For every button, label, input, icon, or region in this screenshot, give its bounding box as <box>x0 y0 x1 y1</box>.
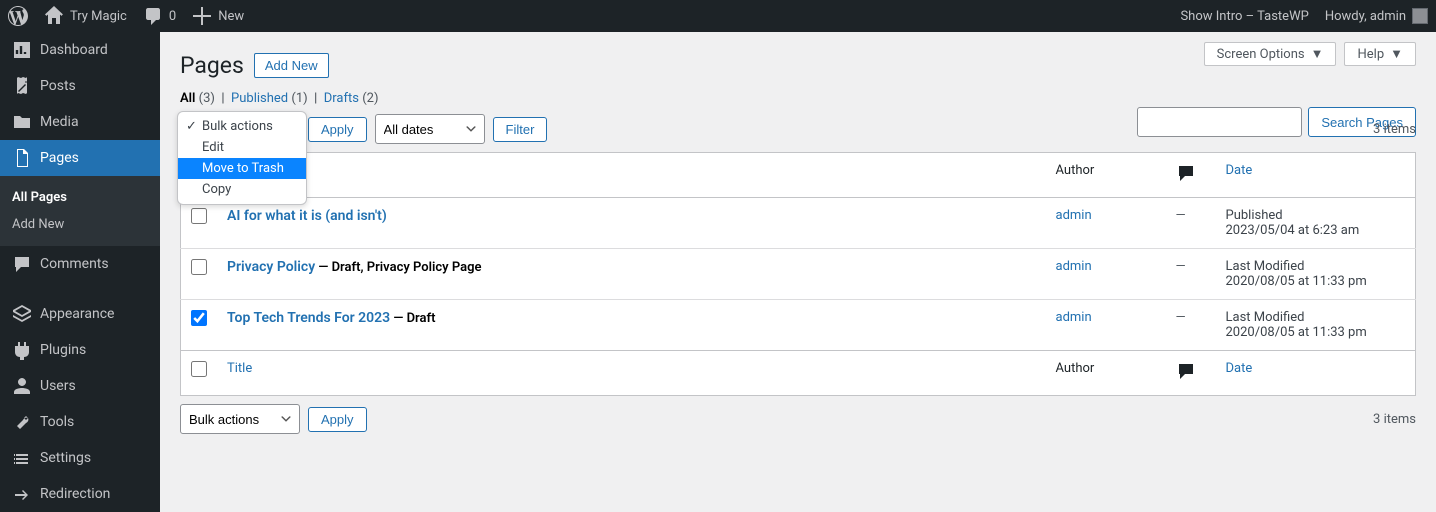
col-title-foot[interactable]: Title <box>217 351 1046 396</box>
table-row: Top Tech Trends For 2023 — Draft admin —… <box>181 300 1416 351</box>
row-title-link[interactable]: Privacy Policy <box>227 259 315 275</box>
row-title-link[interactable]: AI for what it is (and isn't) <box>227 208 387 224</box>
sidebar-item-media[interactable]: Media <box>0 104 160 140</box>
col-comments[interactable] <box>1166 153 1216 198</box>
post-state: — Draft, Privacy Policy Page <box>315 260 481 275</box>
chevron-down-icon: ▼ <box>1311 46 1324 62</box>
new-content[interactable]: New <box>192 6 244 26</box>
page-title: Pages <box>180 52 244 79</box>
dropdown-copy[interactable]: Copy <box>178 179 306 200</box>
row-date-label: Last Modified <box>1226 259 1305 274</box>
col-comments-foot[interactable] <box>1166 351 1216 396</box>
select-all-checkbox-foot[interactable] <box>191 361 207 377</box>
post-state: — Draft <box>390 311 435 326</box>
comment-icon <box>1176 163 1196 187</box>
col-date-foot[interactable]: Date <box>1216 351 1416 396</box>
col-date[interactable]: Date <box>1216 153 1416 198</box>
sidebar-item-pages[interactable]: Pages <box>0 140 160 176</box>
item-count: 3 items <box>1373 122 1416 137</box>
comment-icon <box>1176 361 1196 385</box>
main-content: Screen Options ▼ Help ▼ Pages Add New Al… <box>160 32 1436 512</box>
sidebar-sub-add-new[interactable]: Add New <box>0 211 160 238</box>
col-title[interactable]: Title <box>217 153 1046 198</box>
item-count-bottom: 3 items <box>1373 412 1416 427</box>
filter-drafts[interactable]: Drafts <box>324 91 359 106</box>
row-checkbox[interactable] <box>191 310 207 326</box>
filter-all[interactable]: All <box>180 91 195 106</box>
screen-options-button[interactable]: Screen Options ▼ <box>1204 42 1337 66</box>
sidebar-sub-all-pages[interactable]: All Pages <box>0 184 160 211</box>
dropdown-bulk-actions[interactable]: Bulk actions <box>178 116 306 137</box>
row-date-value: 2020/08/05 at 11:33 pm <box>1226 325 1367 340</box>
sidebar-item-tools[interactable]: Tools <box>0 404 160 440</box>
row-title-link[interactable]: Top Tech Trends For 2023 <box>227 310 390 326</box>
pages-table: Title Author Date AI for what it is (and… <box>180 152 1416 396</box>
row-checkbox[interactable] <box>191 208 207 224</box>
row-date-label: Last Modified <box>1226 310 1305 325</box>
col-author-foot: Author <box>1046 351 1166 396</box>
row-author-link[interactable]: admin <box>1056 310 1092 325</box>
admin-bar: Try Magic 0 New Show Intro – TasteWP How… <box>0 0 1436 32</box>
bulk-actions-dropdown: Bulk actions Edit Move to Trash Copy <box>177 111 307 205</box>
col-author: Author <box>1046 153 1166 198</box>
sidebar-item-users[interactable]: Users <box>0 368 160 404</box>
table-row: Privacy Policy — Draft, Privacy Policy P… <box>181 249 1416 300</box>
admin-sidebar: Dashboard Posts Media Pages All Pages Ad… <box>0 32 160 512</box>
bulk-actions-select-bottom[interactable]: Bulk actions <box>180 404 300 434</box>
row-comments: — <box>1176 208 1186 223</box>
sidebar-item-comments[interactable]: Comments <box>0 246 160 282</box>
dropdown-move-to-trash[interactable]: Move to Trash <box>178 158 306 179</box>
date-filter-select[interactable]: All dates <box>375 114 485 144</box>
chevron-down-icon: ▼ <box>1390 46 1403 62</box>
sidebar-item-posts[interactable]: Posts <box>0 68 160 104</box>
sidebar-item-settings[interactable]: Settings <box>0 440 160 476</box>
my-account[interactable]: Howdy, admin <box>1325 8 1428 24</box>
row-date-label: Published <box>1226 208 1283 223</box>
filter-published[interactable]: Published <box>231 91 288 106</box>
row-comments: — <box>1176 259 1186 274</box>
row-author-link[interactable]: admin <box>1056 259 1092 274</box>
view-filters: All (3) | Published (1) | Drafts (2) <box>180 91 1416 106</box>
sidebar-item-plugins[interactable]: Plugins <box>0 332 160 368</box>
site-home[interactable]: Try Magic <box>44 6 127 26</box>
row-comments: — <box>1176 310 1186 325</box>
add-new-button[interactable]: Add New <box>254 53 329 78</box>
wp-logo[interactable] <box>8 6 28 26</box>
sidebar-item-redirection[interactable]: Redirection <box>0 476 160 512</box>
avatar-icon <box>1412 8 1428 24</box>
show-intro[interactable]: Show Intro – TasteWP <box>1180 9 1308 24</box>
comments-bubble[interactable]: 0 <box>143 6 176 26</box>
apply-button-bottom[interactable]: Apply <box>308 407 367 432</box>
sidebar-item-dashboard[interactable]: Dashboard <box>0 32 160 68</box>
row-date-value: 2023/05/04 at 6:23 am <box>1226 223 1360 238</box>
table-row: AI for what it is (and isn't) admin — Pu… <box>181 198 1416 249</box>
dropdown-edit[interactable]: Edit <box>178 137 306 158</box>
sidebar-item-appearance[interactable]: Appearance <box>0 296 160 332</box>
apply-button[interactable]: Apply <box>308 117 367 142</box>
row-checkbox[interactable] <box>191 259 207 275</box>
help-button[interactable]: Help ▼ <box>1344 42 1416 66</box>
row-author-link[interactable]: admin <box>1056 208 1092 223</box>
filter-button[interactable]: Filter <box>493 117 548 142</box>
row-date-value: 2020/08/05 at 11:33 pm <box>1226 274 1367 289</box>
